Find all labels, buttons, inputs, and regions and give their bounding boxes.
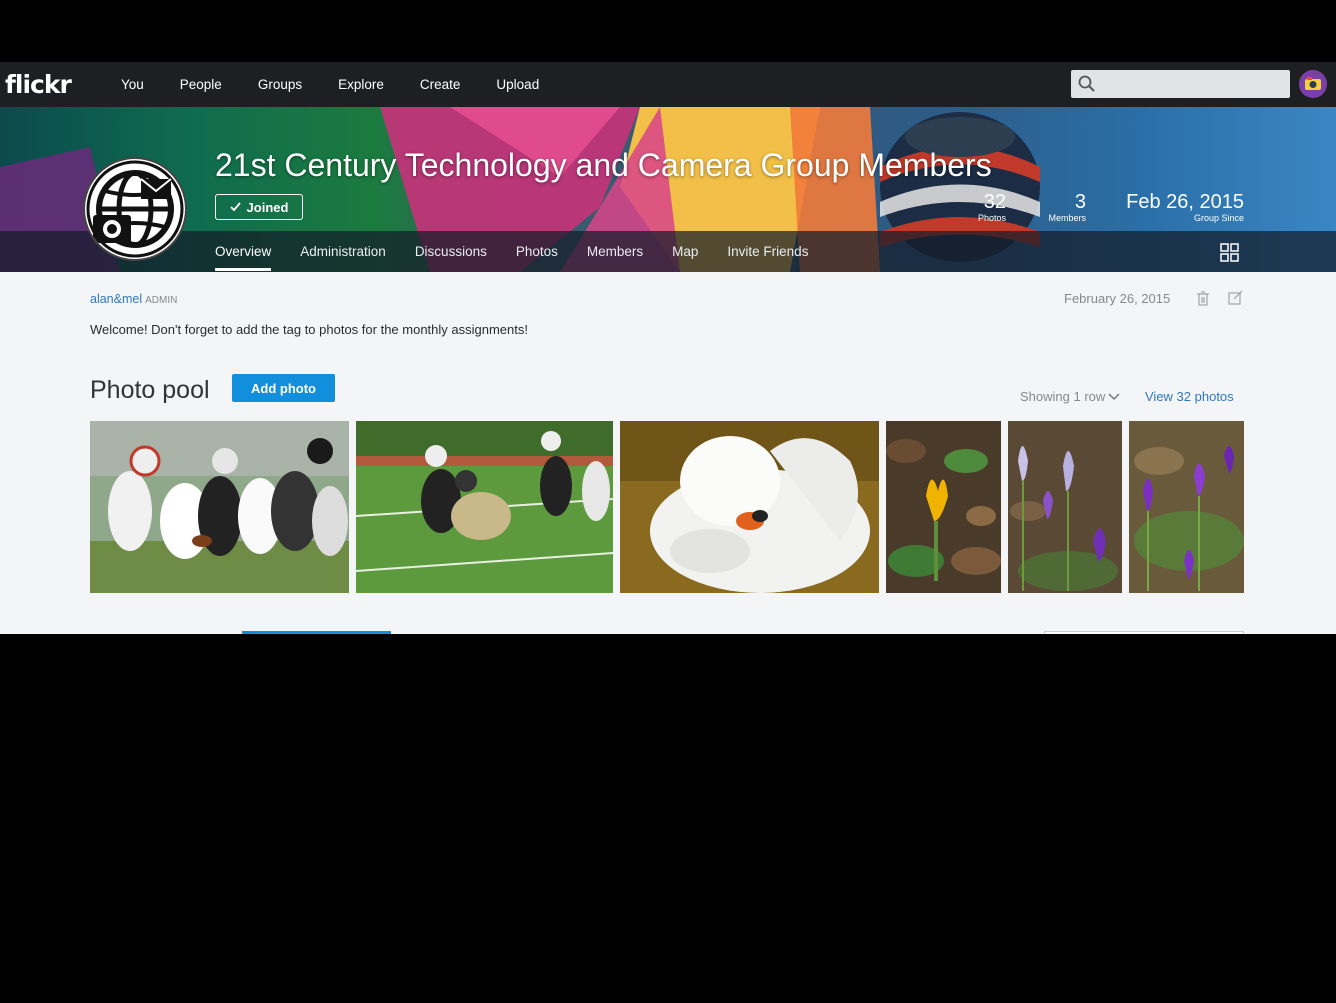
tab-map[interactable]: Map xyxy=(672,231,698,272)
group-avatar[interactable] xyxy=(85,159,185,259)
nav-people[interactable]: People xyxy=(180,77,222,92)
photo-thumbnail[interactable] xyxy=(886,421,1001,593)
stat-members-value: 3 xyxy=(1074,191,1086,213)
chevron-down-icon xyxy=(1108,392,1120,400)
group-tabs: Overview Administration Discussions Phot… xyxy=(215,231,837,272)
partial-button-below xyxy=(242,631,391,634)
photo-thumbnail[interactable] xyxy=(620,421,879,593)
post-author-link[interactable]: alan&mel xyxy=(90,292,142,306)
stat-members[interactable]: 3 Members xyxy=(1030,191,1086,223)
stat-group-since: Feb 26, 2015 Group Since xyxy=(1110,191,1244,223)
nav-you[interactable]: You xyxy=(121,77,144,92)
photo-thumbnail[interactable] xyxy=(1129,421,1244,593)
nav-explore[interactable]: Explore xyxy=(338,77,384,92)
flickr-logo[interactable]: flickr xyxy=(5,70,72,99)
edit-icon[interactable] xyxy=(1228,290,1244,311)
grid-view-icon[interactable] xyxy=(1220,243,1239,267)
photo-thumbnail[interactable] xyxy=(356,421,613,593)
photo-thumbnail[interactable] xyxy=(1008,421,1122,593)
post-date: February 26, 2015 xyxy=(1064,291,1171,306)
tab-invite-friends[interactable]: Invite Friends xyxy=(727,231,808,272)
trash-icon[interactable] xyxy=(1196,291,1210,311)
search-input[interactable] xyxy=(1101,73,1285,97)
stat-photos-label: Photos xyxy=(977,213,1006,223)
post-author-role: ADMIN xyxy=(145,295,178,306)
joined-button[interactable]: Joined xyxy=(215,194,303,220)
tab-discussions[interactable]: Discussions xyxy=(415,231,487,272)
nav-upload[interactable]: Upload xyxy=(496,77,539,92)
tab-administration[interactable]: Administration xyxy=(300,231,386,272)
nav-groups[interactable]: Groups xyxy=(258,77,302,92)
stat-photos-value: 32 xyxy=(983,191,1006,213)
photo-pool-grid xyxy=(90,421,1244,593)
stat-members-label: Members xyxy=(1048,213,1086,223)
group-subnav: Overview Administration Discussions Phot… xyxy=(0,231,1336,272)
search-icon[interactable] xyxy=(1078,75,1096,98)
joined-label: Joined xyxy=(246,199,289,215)
post-author: alan&mel ADMIN xyxy=(90,292,177,306)
stat-since-value: Feb 26, 2015 xyxy=(1126,191,1244,213)
photo-pool-title: Photo pool xyxy=(90,376,210,404)
tab-members[interactable]: Members xyxy=(587,231,643,272)
tab-overview[interactable]: Overview xyxy=(215,231,272,272)
tab-photos[interactable]: Photos xyxy=(516,231,558,272)
stat-photos[interactable]: 32 Photos xyxy=(960,191,1006,223)
showing-rows-dropdown[interactable]: Showing 1 row xyxy=(1020,389,1120,404)
main-nav: You People Groups Explore Create Upload xyxy=(121,62,575,107)
view-all-photos-link[interactable]: View 32 photos xyxy=(1145,389,1234,404)
check-icon xyxy=(229,200,241,215)
user-avatar[interactable] xyxy=(1299,70,1327,98)
nav-create[interactable]: Create xyxy=(420,77,461,92)
group-title: 21st Century Technology and Camera Group… xyxy=(215,147,992,183)
add-photo-button[interactable]: Add photo xyxy=(232,374,335,402)
photo-thumbnail[interactable] xyxy=(90,421,349,593)
showing-rows-label: Showing 1 row xyxy=(1020,389,1106,404)
main-content: alan&mel ADMIN February 26, 2015 Welcome!… xyxy=(0,272,1336,634)
search-box xyxy=(1071,70,1290,98)
welcome-message: Welcome! Don't forget to add the tag to … xyxy=(90,322,528,337)
stat-since-label: Group Since xyxy=(1193,213,1244,223)
group-banner: 21st Century Technology and Camera Group… xyxy=(0,107,1336,272)
partial-panel-below xyxy=(1044,631,1244,634)
top-nav-bar: flickr You People Groups Explore Create … xyxy=(0,62,1336,107)
